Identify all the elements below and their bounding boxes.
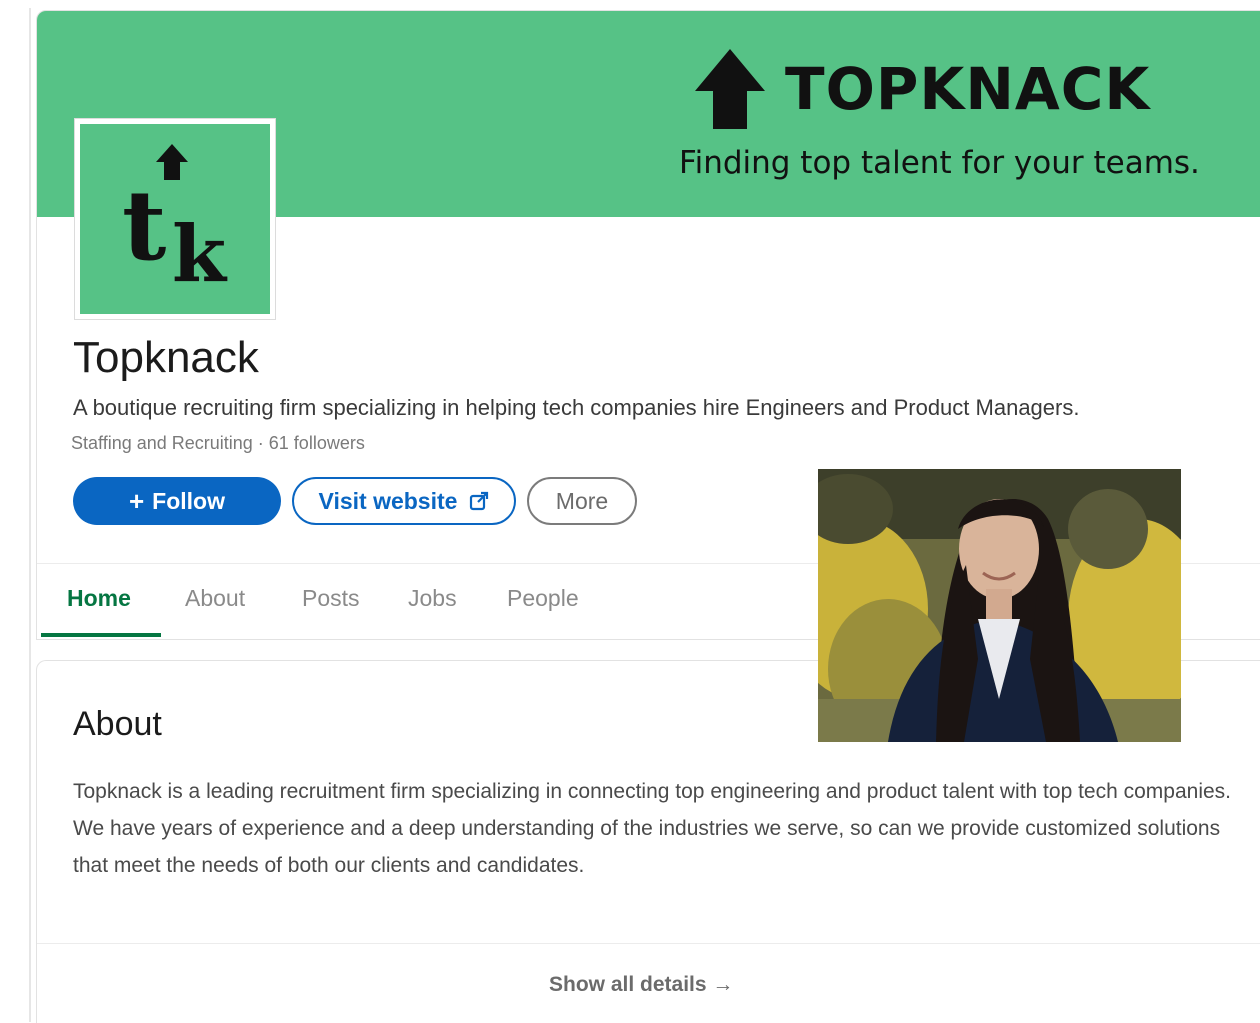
follow-label: Follow <box>152 487 225 514</box>
tab-jobs[interactable]: Jobs <box>408 585 457 612</box>
about-heading: About <box>73 705 162 743</box>
company-tagline: A boutique recruiting firm specializing … <box>73 395 1080 420</box>
active-tab-indicator <box>41 633 161 637</box>
arrow-right-icon: → <box>712 973 734 996</box>
tab-people[interactable]: People <box>507 585 579 612</box>
about-description: Topknack is a leading recruitment firm s… <box>73 780 1231 877</box>
visit-website-label: Visit website <box>318 487 458 514</box>
company-name: Topknack <box>73 333 259 382</box>
visit-website-button[interactable]: Visit website <box>292 477 516 525</box>
company-meta: Staffing and Recruiting · 61 followers <box>71 433 365 453</box>
logo-letter-k: k <box>172 209 227 300</box>
show-all-details-label: Show all details <box>549 973 707 996</box>
about-divider <box>37 943 1260 944</box>
tab-about[interactable]: About <box>185 585 245 612</box>
tab-home[interactable]: Home <box>67 585 131 612</box>
tab-posts[interactable]: Posts <box>302 585 360 612</box>
external-link-icon <box>470 491 489 511</box>
page-edge <box>29 8 31 1022</box>
show-all-details-link[interactable]: Show all details → <box>549 973 733 997</box>
arrow-up-icon <box>695 49 765 129</box>
banner-title: TOPKNACK <box>785 55 1151 123</box>
person-photo <box>818 469 1181 742</box>
banner-tagline: Finding top talent for your teams. <box>679 145 1200 181</box>
banner-brand: TOPKNACK <box>693 47 1150 131</box>
logo-letter-t: t <box>122 169 167 282</box>
follow-button[interactable]: + Follow <box>73 477 281 525</box>
company-logo[interactable]: t k <box>75 119 275 319</box>
more-label: More <box>555 487 609 514</box>
more-button[interactable]: More <box>527 477 637 525</box>
plus-icon: + <box>128 485 145 516</box>
